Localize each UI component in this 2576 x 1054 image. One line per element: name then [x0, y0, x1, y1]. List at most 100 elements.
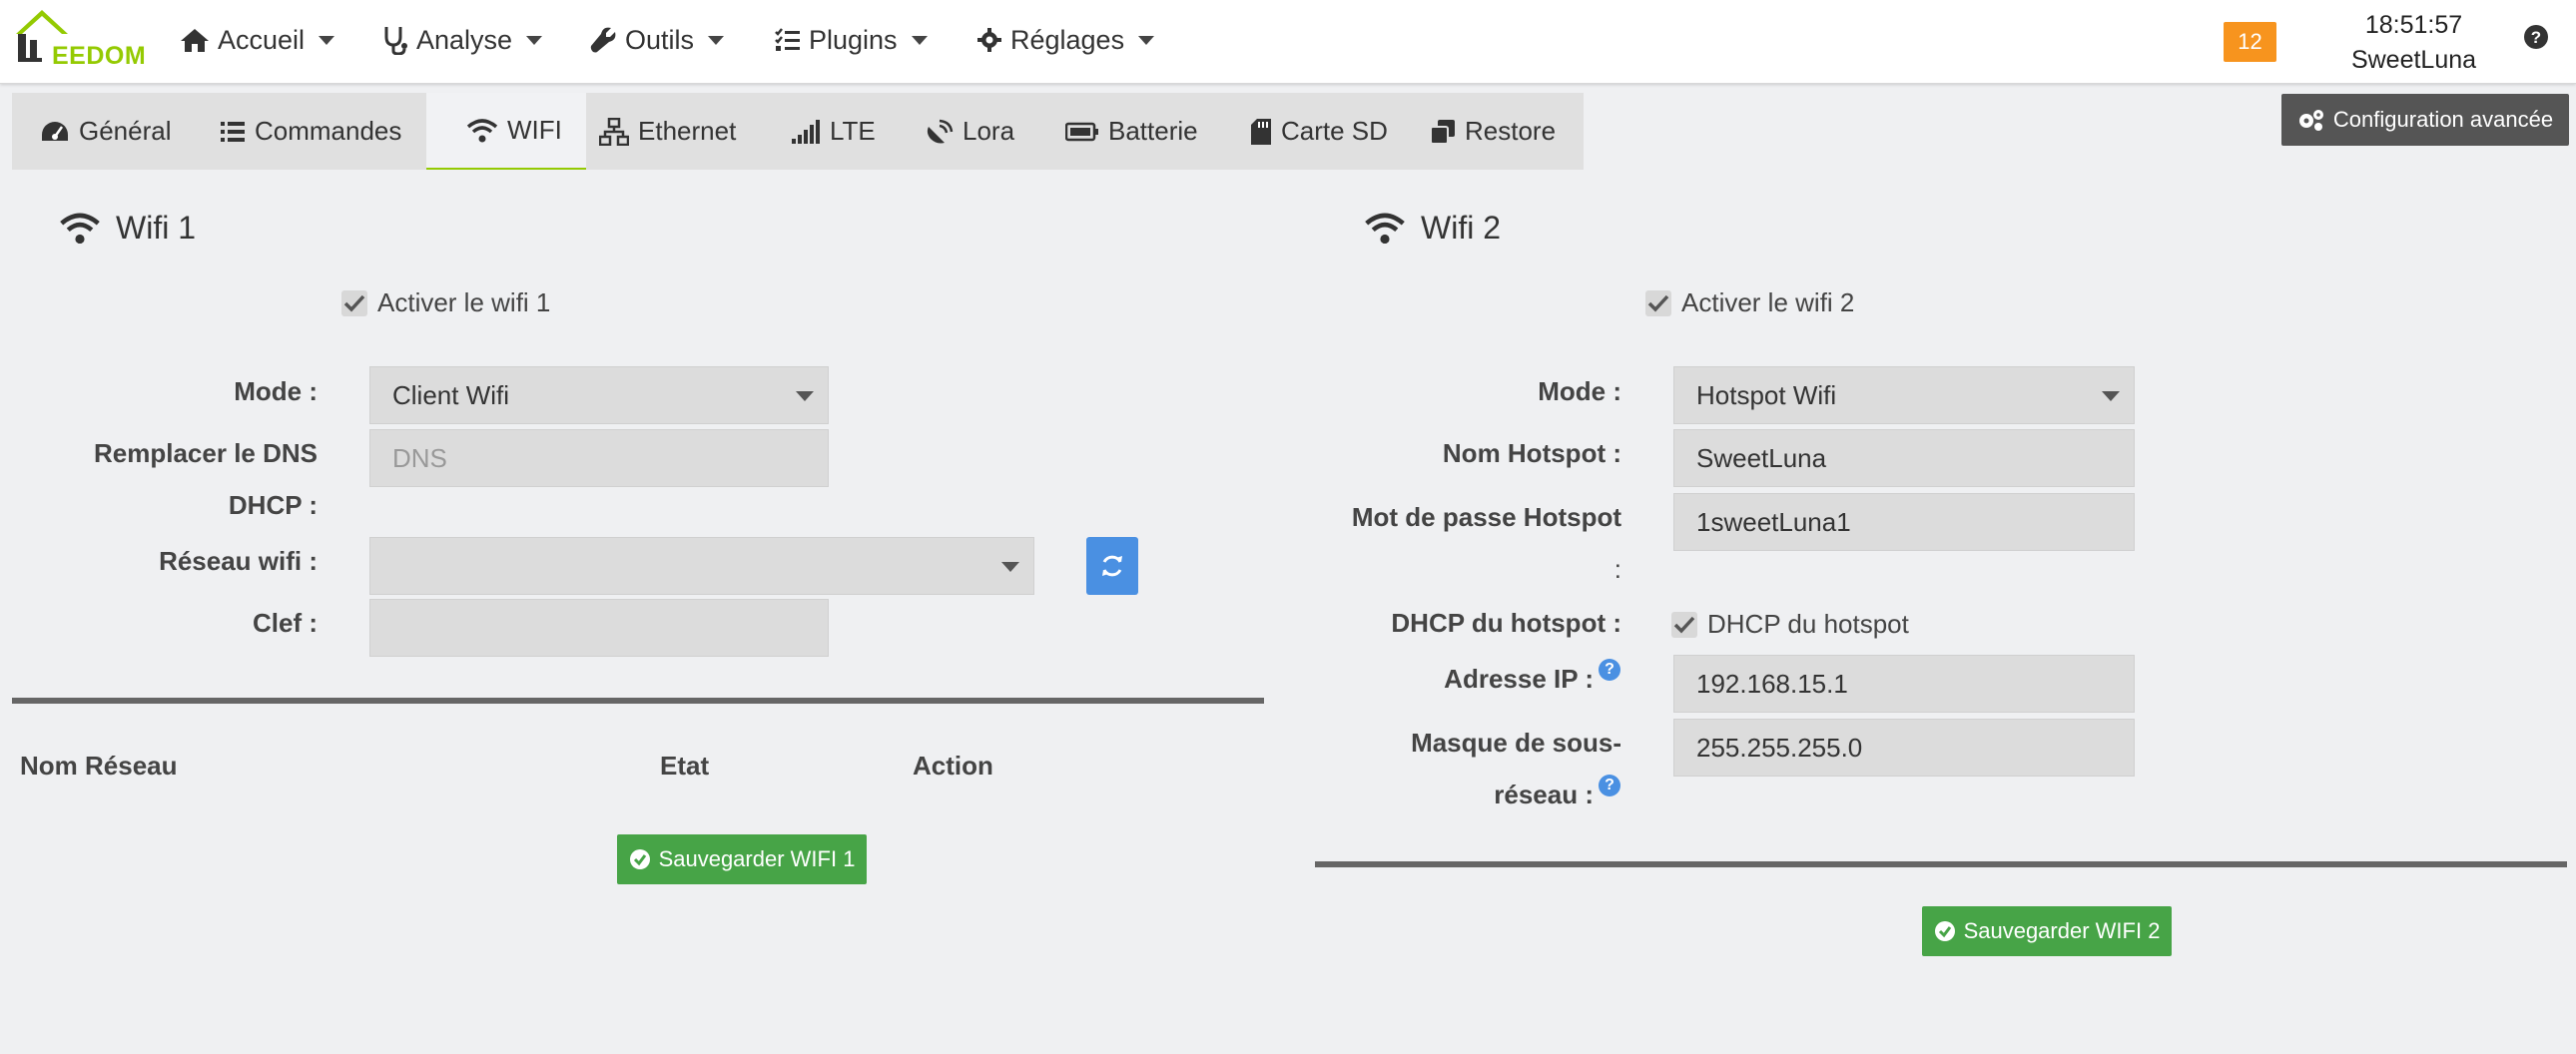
nav-outils[interactable]: Outils — [589, 20, 725, 60]
wifi2-mode-value: Hotspot Wifi — [1696, 379, 1837, 410]
list-icon — [221, 121, 245, 142]
chevron-down-icon — [1001, 562, 1019, 572]
wifi1-divider — [12, 698, 1264, 704]
tab-general[interactable]: Général — [40, 93, 205, 170]
wifi2-ip-label: Adresse IP : — [1444, 664, 1594, 694]
network-icon — [599, 117, 629, 146]
chevron-down-icon — [911, 35, 928, 45]
wifi2-enable-checkbox[interactable] — [1645, 289, 1671, 316]
tab-general-label: Général — [79, 116, 172, 146]
tab-ethernet[interactable]: Ethernet — [599, 93, 759, 170]
user-name[interactable]: SweetLuna — [2326, 43, 2501, 78]
wifi1-network-select[interactable] — [369, 537, 1034, 595]
gears-icon — [2298, 110, 2323, 131]
tab-wifi[interactable]: WIFI — [426, 93, 586, 170]
wifi1-enable-checkbox[interactable] — [341, 289, 367, 316]
stethoscope-icon — [384, 27, 407, 55]
home-icon — [181, 29, 209, 52]
wifi2-mask-value: 255.255.255.0 — [1696, 732, 1863, 763]
tab-lte[interactable]: LTE — [791, 93, 901, 170]
wifi2-hotspot-name-input[interactable]: SweetLuna — [1673, 429, 2135, 487]
task-list-icon — [775, 28, 800, 51]
save-wifi1-label: Sauvegarder WIFI 1 — [658, 846, 856, 871]
wifi1-refresh-button[interactable] — [1086, 537, 1138, 595]
wifi1-mode-label: Mode : — [234, 376, 318, 406]
checkmark-icon — [1647, 294, 1669, 312]
mask-help-icon[interactable]: ? — [1599, 775, 1620, 796]
signal-bars-icon — [792, 119, 820, 144]
wifi1-col-state: Etat — [660, 751, 710, 781]
chevron-down-icon — [2102, 391, 2120, 401]
nav-analyse[interactable]: Analyse — [382, 20, 543, 60]
logo-text: EEDOM — [52, 42, 147, 70]
wifi1-dns-label-1: Remplacer le DNS — [94, 438, 318, 468]
wifi2-mode-select[interactable]: Hotspot Wifi — [1673, 366, 2135, 424]
advanced-config-label: Configuration avancée — [2332, 107, 2554, 132]
tab-commandes[interactable]: Commandes — [220, 93, 419, 170]
wifi2-password-label-2: : — [1613, 554, 1621, 584]
wifi-icon — [1365, 213, 1405, 244]
tab-batterie[interactable]: Batterie — [1065, 93, 1225, 170]
check-circle-icon — [1934, 921, 1955, 941]
svg-text:?: ? — [2531, 28, 2541, 47]
tab-wifi-label: WIFI — [507, 115, 562, 145]
ip-help-icon[interactable]: ? — [1599, 659, 1620, 681]
nav-reglages[interactable]: Réglages — [976, 20, 1155, 60]
wifi2-dhcp-checkbox[interactable] — [1671, 611, 1697, 638]
nav-reglages-label: Réglages — [1010, 24, 1125, 55]
advanced-config-button[interactable]: Configuration avancée — [2281, 94, 2569, 146]
tab-ethernet-label: Ethernet — [638, 116, 737, 146]
wifi2-password-value: 1sweetLuna1 — [1696, 506, 1851, 537]
chevron-down-icon — [526, 35, 543, 45]
tab-bar: Général Commandes WIFI Ethernet LTE Lora… — [12, 93, 1584, 170]
wifi1-dns-placeholder: DNS — [392, 442, 447, 473]
wifi2-dhcp-label: DHCP du hotspot : — [1391, 608, 1621, 638]
tab-restore[interactable]: Restore — [1430, 93, 1570, 170]
tab-lte-label: LTE — [830, 116, 876, 146]
tab-batterie-label: Batterie — [1108, 116, 1198, 146]
wifi1-mode-select[interactable]: Client Wifi — [369, 366, 829, 424]
help-icon[interactable]: ? — [2523, 24, 2549, 50]
tab-carte-sd-label: Carte SD — [1281, 116, 1388, 146]
wifi2-hotspot-name-label: Nom Hotspot : — [1442, 438, 1621, 468]
tab-carte-sd[interactable]: Carte SD — [1250, 93, 1400, 170]
nav-accueil[interactable]: Accueil — [180, 20, 335, 60]
save-wifi2-button[interactable]: Sauvegarder WIFI 2 — [1922, 906, 2172, 956]
battery-icon — [1065, 122, 1098, 141]
notification-badge[interactable]: 12 — [2224, 22, 2276, 62]
nav-outils-label: Outils — [625, 24, 695, 55]
wifi1-key-input[interactable] — [369, 599, 829, 657]
wifi1-mode-value: Client Wifi — [392, 379, 510, 410]
wifi2-enable[interactable]: Activer le wifi 2 — [1645, 287, 1854, 318]
checkmark-icon — [343, 294, 365, 312]
wifi1-enable[interactable]: Activer le wifi 1 — [341, 287, 550, 318]
sd-card-icon — [1251, 118, 1271, 145]
nav-plugins[interactable]: Plugins — [775, 20, 928, 60]
save-wifi1-button[interactable]: Sauvegarder WIFI 1 — [617, 834, 867, 884]
wifi2-mask-input[interactable]: 255.255.255.0 — [1673, 719, 2135, 777]
wifi-icon — [466, 118, 498, 142]
chevron-down-icon — [708, 35, 725, 45]
wifi2-enable-label: Activer le wifi 2 — [1681, 287, 1855, 317]
clock-time: 18:51:57 — [2364, 11, 2463, 39]
wifi1-dns-input[interactable]: DNS — [369, 429, 829, 487]
wifi2-title-text: Wifi 2 — [1421, 210, 1501, 246]
wifi2-ip-value: 192.168.15.1 — [1696, 668, 1848, 699]
wifi1-col-name: Nom Réseau — [20, 751, 178, 781]
checkmark-icon — [1673, 616, 1695, 634]
clock-user: 18:51:57 SweetLuna — [2326, 8, 2501, 78]
chevron-down-icon — [796, 391, 814, 401]
wifi1-title-text: Wifi 1 — [116, 210, 196, 246]
top-navbar: EEDOM Accueil Analyse Outils Plugins Rég… — [0, 0, 2576, 84]
wifi2-dhcp-check-label: DHCP du hotspot — [1707, 609, 1909, 639]
gear-icon — [977, 28, 1001, 52]
jeedom-logo[interactable]: EEDOM — [12, 4, 147, 74]
chevron-down-icon — [319, 35, 335, 45]
wifi2-ip-input[interactable]: 192.168.15.1 — [1673, 655, 2135, 713]
wifi2-password-input[interactable]: 1sweetLuna1 — [1673, 493, 2135, 551]
copy-icon — [1430, 119, 1455, 145]
wifi-icon — [60, 213, 100, 244]
wifi2-dhcp[interactable]: DHCP du hotspot — [1671, 609, 1909, 640]
wifi1-enable-label: Activer le wifi 1 — [377, 287, 551, 317]
tab-lora[interactable]: Lora — [926, 93, 1035, 170]
